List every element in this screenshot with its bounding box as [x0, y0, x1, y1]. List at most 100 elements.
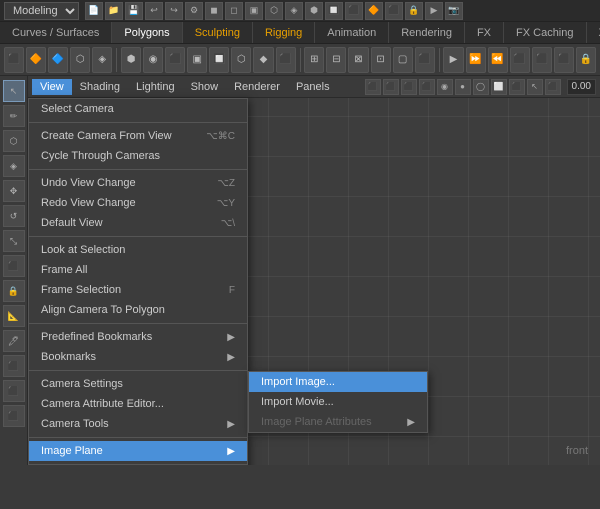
menu-create-camera[interactable]: Create Camera From View ⌥⌘C: [29, 126, 247, 146]
anim7-icon[interactable]: 🔒: [576, 47, 596, 73]
tool10-icon[interactable]: ⬛: [385, 2, 403, 20]
poly3-icon[interactable]: ◉: [143, 47, 163, 73]
tool9-icon[interactable]: 🔶: [365, 2, 383, 20]
render-icon[interactable]: ▶: [425, 2, 443, 20]
poly5-icon[interactable]: ▣: [187, 47, 207, 73]
menu-predefined-bookmarks[interactable]: Predefined Bookmarks ▶: [29, 327, 247, 347]
vp-icon-4[interactable]: ⬛: [419, 79, 435, 95]
menu-image-plane[interactable]: Image Plane ▶: [29, 441, 247, 461]
tab-xgen[interactable]: XGen: [587, 22, 600, 43]
scale2-tool[interactable]: ⤡: [3, 230, 25, 252]
anim3-icon[interactable]: ⏪: [488, 47, 508, 73]
menu-camera-settings[interactable]: Camera Settings: [29, 374, 247, 394]
tool2-icon[interactable]: ◻: [225, 2, 243, 20]
menu-bookmarks[interactable]: Bookmarks ▶: [29, 347, 247, 367]
menu-shading[interactable]: Shading: [72, 79, 128, 95]
tool4-icon[interactable]: ⬡: [265, 2, 283, 20]
save-file-icon[interactable]: 💾: [125, 2, 143, 20]
vp-icon-1[interactable]: ⬛: [365, 79, 381, 95]
anim5-icon[interactable]: ⬛: [532, 47, 552, 73]
anim2-icon[interactable]: ⏩: [466, 47, 486, 73]
settings-icon[interactable]: ⚙: [185, 2, 203, 20]
rotate-tool-icon[interactable]: 🔷: [48, 47, 68, 73]
tab-animation[interactable]: Animation: [315, 22, 389, 43]
menu-camera-tools[interactable]: Camera Tools ▶: [29, 414, 247, 434]
redo-icon[interactable]: ↪: [165, 2, 183, 20]
move-tool-icon[interactable]: 🔶: [26, 47, 46, 73]
tab-fx-caching[interactable]: FX Caching: [504, 22, 586, 43]
tool1-icon[interactable]: ◼: [205, 2, 223, 20]
transform-tool[interactable]: ⬛: [3, 255, 25, 277]
tool3-icon[interactable]: ▣: [245, 2, 263, 20]
tab-curves-surfaces[interactable]: Curves / Surfaces: [0, 22, 112, 43]
snap4-icon[interactable]: ⊡: [371, 47, 391, 73]
menu-renderer[interactable]: Renderer: [226, 79, 288, 95]
vp-icon-9[interactable]: ⬛: [509, 79, 525, 95]
poly7-icon[interactable]: ⬡: [231, 47, 251, 73]
snap1-icon[interactable]: ⊞: [304, 47, 324, 73]
vp-icon-6[interactable]: ●: [455, 79, 471, 95]
extra-tool[interactable]: ⬛: [3, 355, 25, 377]
scale-tool-icon[interactable]: ⬡: [70, 47, 90, 73]
snap2-icon[interactable]: ⊟: [326, 47, 346, 73]
vp-icon-10[interactable]: ↖: [527, 79, 543, 95]
snap5-icon[interactable]: ▢: [393, 47, 413, 73]
move2-tool[interactable]: ✥: [3, 180, 25, 202]
snap-tool[interactable]: 🔒: [3, 280, 25, 302]
snap6-icon[interactable]: ⬛: [415, 47, 435, 73]
new-file-icon[interactable]: 📄: [85, 2, 103, 20]
cam-icon[interactable]: 📷: [445, 2, 463, 20]
menu-frame-all[interactable]: Frame All: [29, 260, 247, 280]
select-tool[interactable]: ↖: [3, 80, 25, 102]
poly8-icon[interactable]: ◆: [253, 47, 273, 73]
poly-tool-icon[interactable]: ◈: [92, 47, 112, 73]
tool6-icon[interactable]: ⬢: [305, 2, 323, 20]
menu-default-view[interactable]: Default View ⌥\: [29, 213, 247, 233]
measure-tool[interactable]: 📐: [3, 305, 25, 327]
menu-cycle-cameras[interactable]: Cycle Through Cameras: [29, 146, 247, 166]
tab-polygons[interactable]: Polygons: [112, 22, 182, 43]
menu-lighting[interactable]: Lighting: [128, 79, 183, 95]
menu-camera-attr-editor[interactable]: Camera Attribute Editor...: [29, 394, 247, 414]
annotate-tool[interactable]: 🖊: [3, 330, 25, 352]
menu-view[interactable]: View: [32, 79, 72, 95]
vp-icon-3[interactable]: ⬛: [401, 79, 417, 95]
menu-select-camera[interactable]: Select Camera: [29, 99, 247, 119]
menu-redo-view[interactable]: Redo View Change ⌥Y: [29, 193, 247, 213]
menu-frame-selection[interactable]: Frame Selection F: [29, 280, 247, 300]
vp-icon-5[interactable]: ◉: [437, 79, 453, 95]
extra3-tool[interactable]: ⬛: [3, 405, 25, 427]
sculpt-tool[interactable]: ◈: [3, 155, 25, 177]
menu-undo-view[interactable]: Undo View Change ⌥Z: [29, 173, 247, 193]
tab-fx[interactable]: FX: [465, 22, 504, 43]
tab-rendering[interactable]: Rendering: [389, 22, 465, 43]
vp-icon-8[interactable]: ⬜: [491, 79, 507, 95]
anim6-icon[interactable]: ⬛: [554, 47, 574, 73]
extra2-tool[interactable]: ⬛: [3, 380, 25, 402]
paint-tool[interactable]: ✏: [3, 105, 25, 127]
menu-align-camera[interactable]: Align Camera To Polygon: [29, 300, 247, 320]
vp-icon-2[interactable]: ⬛: [383, 79, 399, 95]
anim4-icon[interactable]: ⬛: [510, 47, 530, 73]
viewport[interactable]: View Shading Lighting Show Renderer Pane…: [28, 76, 600, 465]
tab-sculpting[interactable]: Sculpting: [183, 22, 253, 43]
poly9-icon[interactable]: ⬛: [276, 47, 296, 73]
rotate2-tool[interactable]: ↺: [3, 205, 25, 227]
menu-panels[interactable]: Panels: [288, 79, 338, 95]
menu-look-selection[interactable]: Look at Selection: [29, 240, 247, 260]
vp-icon-11[interactable]: ⬛: [545, 79, 561, 95]
tab-rigging[interactable]: Rigging: [253, 22, 315, 43]
mode-dropdown[interactable]: Modeling: [4, 2, 79, 20]
tool7-icon[interactable]: 🔲: [325, 2, 343, 20]
snap-icon[interactable]: 🔒: [405, 2, 423, 20]
poly6-icon[interactable]: 🔲: [209, 47, 229, 73]
poly2-icon[interactable]: ⬢: [121, 47, 141, 73]
tool8-icon[interactable]: ⬛: [345, 2, 363, 20]
lasso-tool[interactable]: ⬡: [3, 130, 25, 152]
open-file-icon[interactable]: 📁: [105, 2, 123, 20]
anim1-icon[interactable]: ▶: [443, 47, 463, 73]
vp-icon-7[interactable]: ◯: [473, 79, 489, 95]
poly4-icon[interactable]: ⬛: [165, 47, 185, 73]
view-menu-dropdown[interactable]: Select Camera Create Camera From View ⌥⌘…: [28, 98, 248, 465]
tool5-icon[interactable]: ◈: [285, 2, 303, 20]
